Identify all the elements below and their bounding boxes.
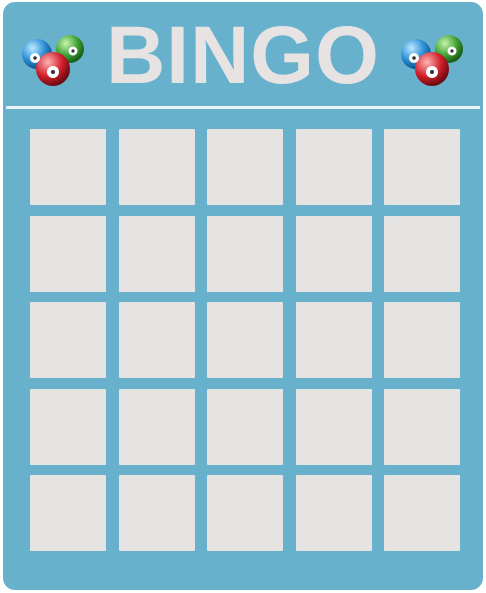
- bingo-cell[interactable]: [384, 388, 460, 465]
- bingo-cell[interactable]: [30, 215, 106, 292]
- lottery-balls-icon: [394, 34, 476, 94]
- card-header: BINGO: [3, 2, 483, 106]
- bingo-cell[interactable]: [207, 475, 283, 551]
- bingo-cell[interactable]: [30, 302, 106, 378]
- bingo-cell[interactable]: [118, 388, 195, 465]
- bingo-cell[interactable]: [207, 129, 283, 205]
- bingo-cell[interactable]: [384, 129, 460, 205]
- bingo-title: BINGO: [106, 10, 380, 101]
- header-divider: [6, 106, 480, 109]
- bingo-cell[interactable]: [207, 302, 283, 378]
- bingo-cell[interactable]: [207, 215, 283, 292]
- bingo-cell[interactable]: [118, 129, 195, 205]
- bingo-cell[interactable]: [30, 129, 106, 205]
- bingo-card: BINGO: [3, 2, 483, 590]
- bingo-grid: [30, 129, 460, 552]
- bingo-cell[interactable]: [295, 475, 372, 551]
- lottery-balls-icon: [15, 34, 97, 94]
- bingo-cell[interactable]: [384, 302, 460, 378]
- bingo-cell[interactable]: [384, 215, 460, 292]
- bingo-cell[interactable]: [118, 475, 195, 551]
- bingo-cell[interactable]: [295, 215, 372, 292]
- bingo-cell[interactable]: [30, 475, 106, 551]
- bingo-cell[interactable]: [207, 388, 283, 465]
- bingo-cell[interactable]: [295, 129, 372, 205]
- bingo-cell[interactable]: [384, 475, 460, 551]
- bingo-cell[interactable]: [295, 302, 372, 378]
- bingo-cell[interactable]: [295, 388, 372, 465]
- bingo-cell[interactable]: [118, 302, 195, 378]
- bingo-cell[interactable]: [118, 215, 195, 292]
- bingo-cell[interactable]: [30, 388, 106, 465]
